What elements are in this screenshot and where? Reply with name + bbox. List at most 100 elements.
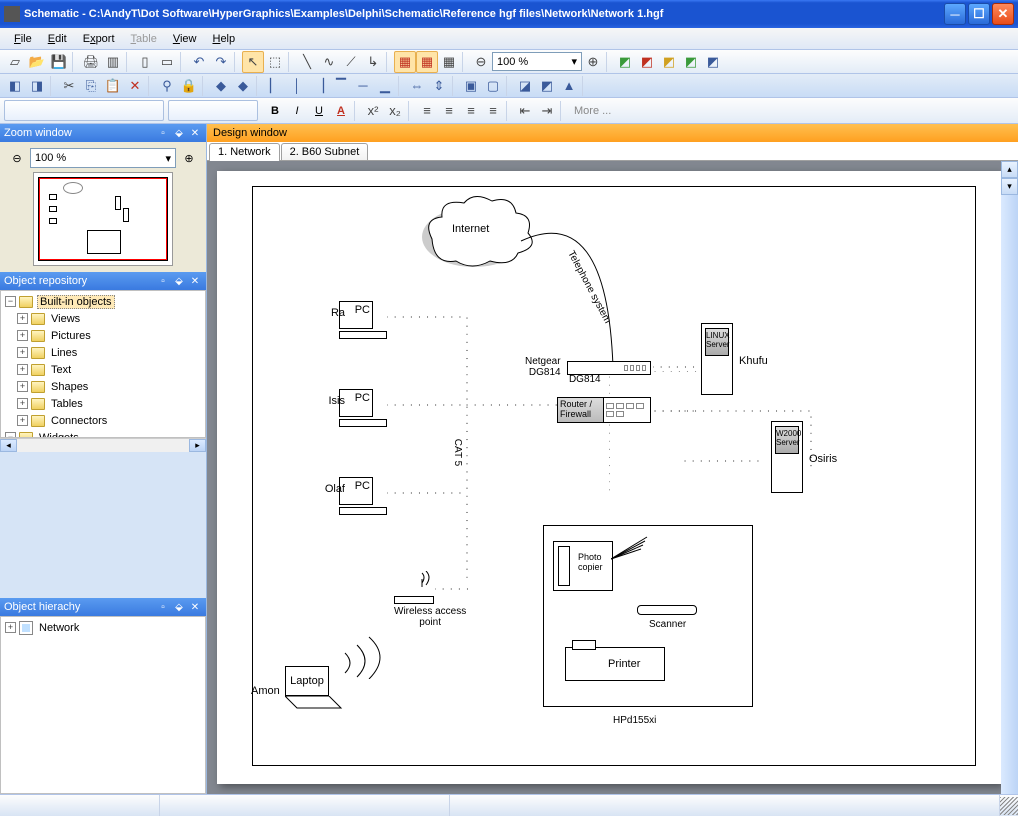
insert-row-icon[interactable]: ▭ (156, 51, 178, 73)
tree-root-builtin[interactable]: −Built-in objects (3, 293, 203, 310)
zoom-dropdown[interactable]: 100 %▾ (492, 52, 582, 71)
tree-item[interactable]: +Lines (3, 344, 203, 361)
tab-b60subnet[interactable]: 2. B60 Subnet (281, 143, 369, 160)
panel-close-icon[interactable]: ✕ (188, 600, 202, 614)
scanner[interactable] (637, 605, 697, 615)
panel-window-icon[interactable]: ▫ (156, 274, 170, 288)
fill-a-icon[interactable]: ◆ (210, 75, 232, 97)
printer[interactable]: Printer (565, 647, 665, 681)
ungroup-icon[interactable]: ▢ (482, 75, 504, 97)
find-icon[interactable]: ⚲ (156, 75, 178, 97)
panel-pin-icon[interactable]: ⬙ (172, 126, 186, 140)
panel-pin-icon[interactable]: ⬙ (172, 600, 186, 614)
dist-v-icon[interactable]: ⇕ (428, 75, 450, 97)
minimize-button[interactable]: ─ (944, 3, 966, 25)
zoom-in-icon[interactable]: ⊕ (582, 51, 604, 73)
forward-icon[interactable]: ▲ (558, 75, 580, 97)
page-setup-icon[interactable]: ▥ (102, 51, 124, 73)
pointer-tool-icon[interactable]: ↖ (242, 51, 264, 73)
text-left-icon[interactable]: ≡ (416, 100, 438, 122)
paste-icon[interactable]: 📋 (102, 75, 124, 97)
copy-icon[interactable]: ⎘ (80, 75, 102, 97)
bold-icon[interactable]: B (264, 100, 286, 122)
menu-help[interactable]: Help (204, 31, 243, 47)
align-b-icon[interactable]: ▁ (374, 75, 396, 97)
tree-item[interactable]: +Connectors (3, 412, 203, 429)
insert-col-icon[interactable]: ▯ (134, 51, 156, 73)
grid-show-icon[interactable]: ▦ (416, 51, 438, 73)
photocopier[interactable]: Photo copier (553, 541, 613, 591)
connector-tool-icon[interactable]: ↳ (362, 51, 384, 73)
repo-hscroll[interactable]: ◂▸ (0, 438, 206, 452)
close-button[interactable]: ✕ (992, 3, 1014, 25)
grid-snap-icon[interactable]: ▦ (438, 51, 460, 73)
indent-inc-icon[interactable]: ⇥ (536, 100, 558, 122)
align-m-icon[interactable]: ─ (352, 75, 374, 97)
menu-file[interactable]: File (6, 31, 40, 47)
menu-edit[interactable]: Edit (40, 31, 75, 47)
cut-icon[interactable]: ✂ (58, 75, 80, 97)
indent-dec-icon[interactable]: ⇤ (514, 100, 536, 122)
menu-view[interactable]: View (165, 31, 205, 47)
align-c-icon[interactable]: │ (286, 75, 308, 97)
panel-window-icon[interactable]: ▫ (156, 600, 170, 614)
open-icon[interactable]: 📂 (26, 51, 48, 73)
panel-pin-icon[interactable]: ⬙ (172, 274, 186, 288)
font-size-dropdown[interactable] (168, 100, 258, 121)
zoom-value-dropdown[interactable]: 100 %▾ (30, 148, 176, 168)
text-center-icon[interactable]: ≡ (438, 100, 460, 122)
edit-b-icon[interactable]: ◨ (26, 75, 48, 97)
pc-olaf[interactable]: Olaf PC (339, 477, 387, 515)
dist-h-icon[interactable]: ⇔ (406, 75, 428, 97)
zoom-thumbnail[interactable] (33, 172, 173, 266)
tree-item[interactable]: +Text (3, 361, 203, 378)
underline-icon[interactable]: U (308, 100, 330, 122)
layer-a-icon[interactable]: ◩ (614, 51, 636, 73)
save-icon[interactable]: 💾 (48, 51, 70, 73)
align-r-icon[interactable]: ▕ (308, 75, 330, 97)
tab-network[interactable]: 1. Network (209, 143, 280, 161)
italic-icon[interactable]: I (286, 100, 308, 122)
layer-c-icon[interactable]: ◩ (658, 51, 680, 73)
curve-tool-icon[interactable]: ∿ (318, 51, 340, 73)
front-icon[interactable]: ◪ (514, 75, 536, 97)
pc-isis[interactable]: Isis PC (339, 389, 387, 427)
diagram-canvas[interactable]: Internet Telephone system Ra PC Isis PC (217, 171, 1001, 784)
text-justify-icon[interactable]: ≡ (482, 100, 504, 122)
superscript-icon[interactable]: x² (362, 100, 384, 122)
line-tool-icon[interactable]: ╲ (296, 51, 318, 73)
panel-window-icon[interactable]: ▫ (156, 126, 170, 140)
align-t-icon[interactable]: ▔ (330, 75, 352, 97)
tree-item[interactable]: +Tables (3, 395, 203, 412)
menu-export[interactable]: Export (75, 31, 123, 47)
fill-b-icon[interactable]: ◆ (232, 75, 254, 97)
edit-a-icon[interactable]: ◧ (4, 75, 26, 97)
polyline-tool-icon[interactable]: ⟋ (340, 51, 362, 73)
print-icon[interactable]: 🖨 (80, 51, 102, 73)
redo-icon[interactable]: ↷ (210, 51, 232, 73)
group-icon[interactable]: ▣ (460, 75, 482, 97)
font-family-dropdown[interactable] (4, 100, 164, 121)
maximize-button[interactable]: ☐ (968, 3, 990, 25)
text-right-icon[interactable]: ≡ (460, 100, 482, 122)
subscript-icon[interactable]: x₂ (384, 100, 406, 122)
layer-e-icon[interactable]: ◩ (702, 51, 724, 73)
wireless-access-point[interactable]: Wireless access point (394, 571, 466, 628)
resize-grip-icon[interactable] (1000, 797, 1018, 815)
font-color-icon[interactable]: A (330, 100, 352, 122)
grid-dots-icon[interactable]: ▦ (394, 51, 416, 73)
tree-item[interactable]: +Pictures (3, 327, 203, 344)
tree-item[interactable]: +Views (3, 310, 203, 327)
panel-close-icon[interactable]: ✕ (188, 126, 202, 140)
canvas-vscroll[interactable]: ▴ ▾ (1001, 161, 1018, 794)
new-icon[interactable]: ▱ (4, 51, 26, 73)
tree-item[interactable]: +Shapes (3, 378, 203, 395)
panel-close-icon[interactable]: ✕ (188, 274, 202, 288)
more-label[interactable]: More ... (574, 105, 611, 117)
pc-ra[interactable]: Ra PC (339, 301, 387, 339)
zoom-out-icon[interactable]: ⊖ (470, 51, 492, 73)
align-l-icon[interactable]: ▏ (264, 75, 286, 97)
undo-icon[interactable]: ↶ (188, 51, 210, 73)
laptop-amon[interactable]: Laptop (285, 666, 343, 713)
layer-b-icon[interactable]: ◩ (636, 51, 658, 73)
